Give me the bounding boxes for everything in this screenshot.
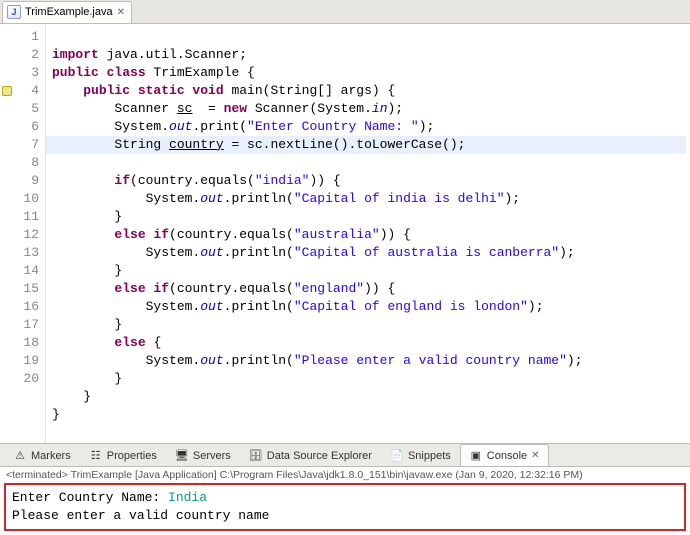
servers-icon: 🖥 xyxy=(175,449,189,463)
editor-tab-trimexample[interactable]: J TrimExample.java ✕ xyxy=(2,1,132,23)
close-icon[interactable]: ✕ xyxy=(531,450,539,461)
tab-snippets[interactable]: 📄 Snippets xyxy=(381,444,460,466)
data-source-icon: 🗄 xyxy=(249,449,263,463)
marker-bar xyxy=(0,24,14,443)
editor-tabs: J TrimExample.java ✕ xyxy=(0,0,690,24)
code-content[interactable]: import java.util.Scanner; public class T… xyxy=(46,24,690,443)
markers-icon: ⚠ xyxy=(13,449,27,463)
code-editor[interactable]: 1 2 3 4 5 6 7 8 9 10 11 12 13 14 15 16 1… xyxy=(0,24,690,443)
console-output[interactable]: Enter Country Name: India Please enter a… xyxy=(4,483,686,531)
console-icon: ▣ xyxy=(469,449,483,463)
tab-console[interactable]: ▣ Console ✕ xyxy=(460,444,549,466)
tab-markers[interactable]: ⚠ Markers xyxy=(4,444,80,466)
java-file-icon: J xyxy=(7,5,21,19)
snippets-icon: 📄 xyxy=(390,449,404,463)
warning-icon xyxy=(2,86,12,96)
tab-servers[interactable]: 🖥 Servers xyxy=(166,444,240,466)
bottom-panel-tabs: ⚠ Markers ☷ Properties 🖥 Servers 🗄 Data … xyxy=(0,443,690,467)
console-status: <terminated> TrimExample [Java Applicati… xyxy=(0,467,690,481)
editor-tab-label: TrimExample.java xyxy=(25,6,113,18)
properties-icon: ☷ xyxy=(89,449,103,463)
close-icon[interactable]: ✕ xyxy=(117,7,125,18)
line-number-gutter: 1 2 3 4 5 6 7 8 9 10 11 12 13 14 15 16 1… xyxy=(14,24,46,443)
tab-properties[interactable]: ☷ Properties xyxy=(80,444,166,466)
console-line: Enter Country Name: India xyxy=(12,490,207,505)
tab-data-source-explorer[interactable]: 🗄 Data Source Explorer xyxy=(240,444,381,466)
console-line: Please enter a valid country name xyxy=(12,508,269,523)
